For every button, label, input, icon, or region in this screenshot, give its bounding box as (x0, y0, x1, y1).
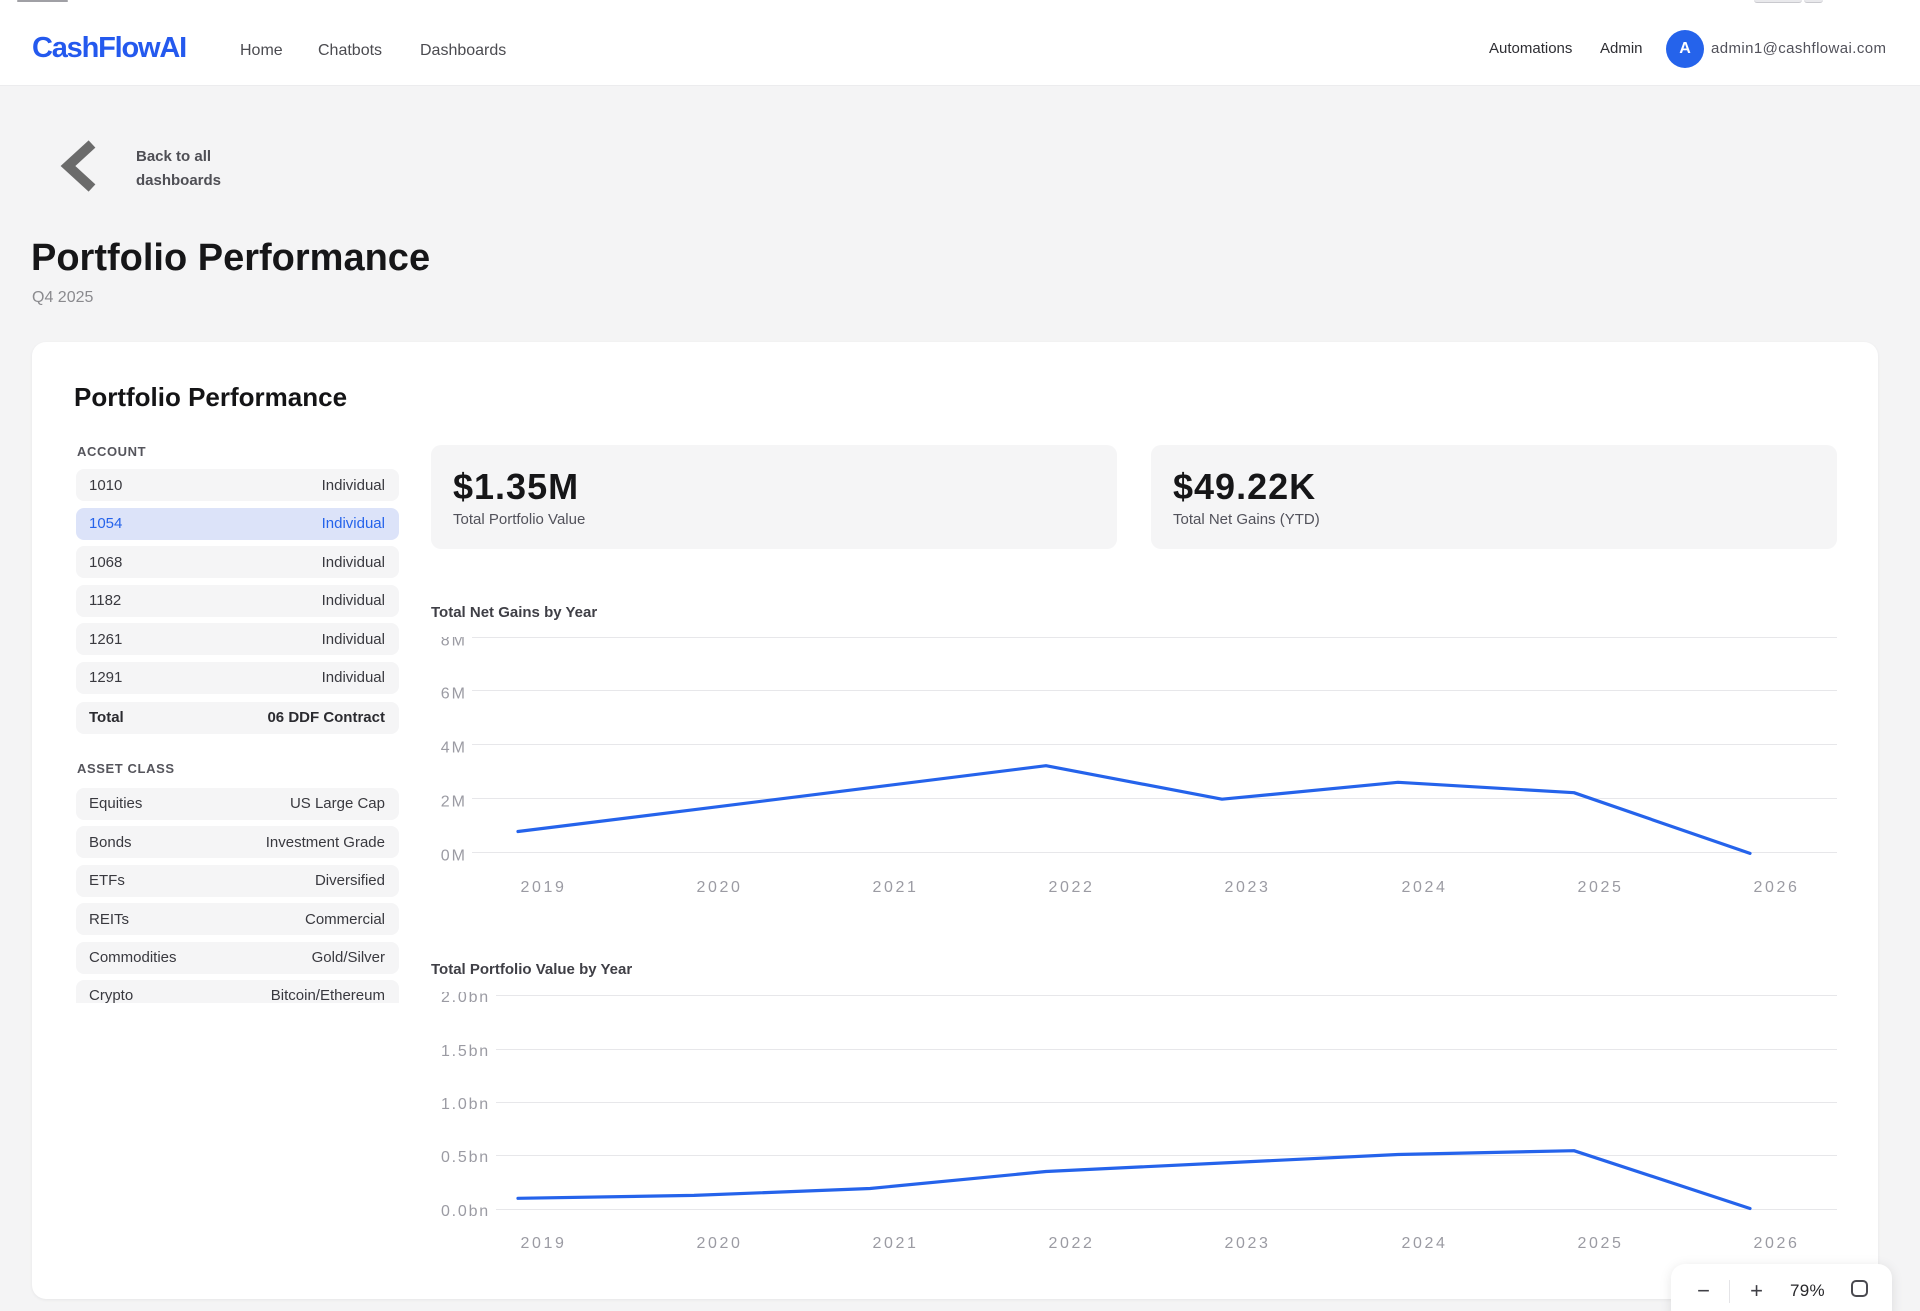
svg-text:2024: 2024 (1402, 879, 1448, 896)
svg-text:2023: 2023 (1225, 879, 1271, 896)
svg-text:6M: 6M (441, 686, 467, 703)
svg-text:2019: 2019 (521, 1235, 567, 1252)
svg-text:0.5bn: 0.5bn (441, 1149, 490, 1166)
svg-text:2023: 2023 (1225, 1235, 1271, 1252)
svg-text:2025: 2025 (1578, 1235, 1624, 1252)
svg-text:8M: 8M (441, 637, 467, 650)
svg-text:2024: 2024 (1402, 1235, 1448, 1252)
svg-text:2020: 2020 (697, 879, 743, 896)
svg-text:1.5bn: 1.5bn (441, 1043, 490, 1060)
svg-text:2022: 2022 (1049, 879, 1095, 896)
svg-text:1.0bn: 1.0bn (441, 1096, 490, 1113)
svg-text:2025: 2025 (1578, 879, 1624, 896)
svg-text:4M: 4M (441, 740, 467, 757)
svg-text:2022: 2022 (1049, 1235, 1095, 1252)
svg-text:0.0bn: 0.0bn (441, 1203, 490, 1220)
svg-text:2026: 2026 (1754, 1235, 1800, 1252)
svg-text:2020: 2020 (697, 1235, 743, 1252)
svg-text:2021: 2021 (873, 1235, 919, 1252)
svg-text:2019: 2019 (521, 879, 567, 896)
svg-text:0M: 0M (441, 848, 467, 865)
svg-text:2M: 2M (441, 794, 467, 811)
svg-text:2.0bn: 2.0bn (441, 992, 490, 1006)
svg-text:2021: 2021 (873, 879, 919, 896)
svg-text:2026: 2026 (1754, 879, 1800, 896)
